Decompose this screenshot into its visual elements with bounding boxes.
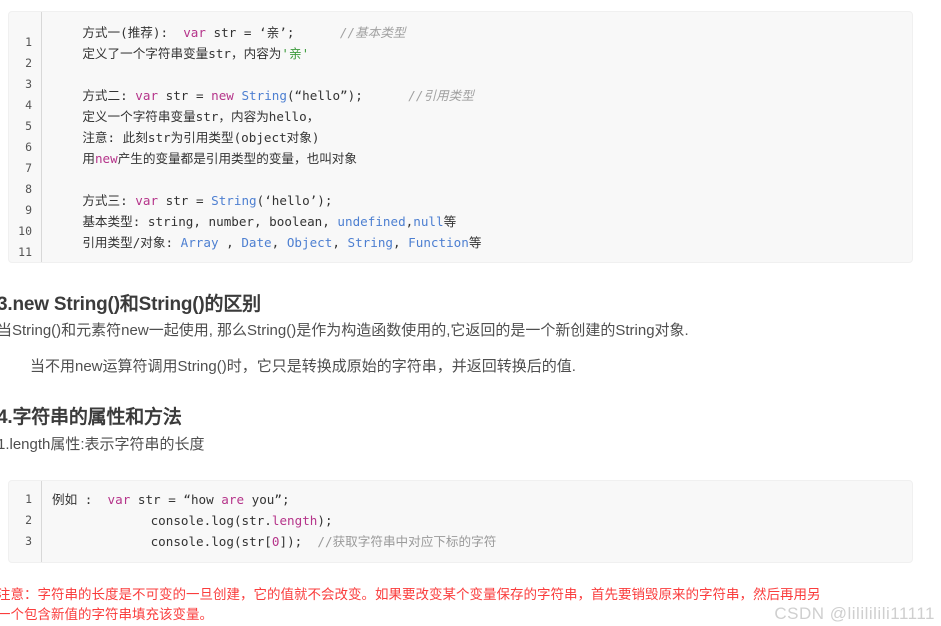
code-token-plain: ; — [286, 25, 340, 40]
code-token-plain: 产生的变量都是引用类型的变量，也叫对象 — [117, 151, 357, 166]
code-token-plain: , — [393, 235, 409, 250]
code-content[interactable]: 方式一(推荐): var str = ‘亲’; //基本类型 定义了一个字符串变… — [42, 12, 912, 253]
code-token-type: Array — [180, 235, 219, 250]
code-token-plain: (‘hello’); — [256, 193, 333, 208]
code-token-plain: 用 — [52, 151, 95, 166]
article-page: 1 2 3 4 5 6 7 8 9 10 11 方式一(推荐): var str = ‘亲’; //… — [0, 0, 941, 626]
code-token-plain: , — [218, 235, 242, 250]
code-token-plain: console.log(str. — [52, 513, 272, 528]
code-token-type: Function — [408, 235, 469, 250]
csdn-watermark: CSDN @lilililili11111 — [774, 604, 935, 623]
code-token-kw: var — [135, 88, 159, 103]
code-token-plain: 方式三: — [52, 193, 136, 208]
code-token-kw: var — [135, 193, 159, 208]
code-line: 方式一(推荐): var str = ‘亲’; //基本类型 — [52, 22, 912, 43]
code-token-plain: str = — [158, 88, 212, 103]
code-token-type: undefined — [337, 214, 406, 229]
section-3-paragraph-2: 当不用new运算符调用String()时，它只是转换成原始的字符串，并返回转换后… — [30, 358, 576, 375]
code-token-plain: 注意: 此刻str为引用类型(object对象) — [52, 130, 320, 145]
line-number: 3 — [25, 77, 32, 91]
code-token-plain: 例如 : — [52, 492, 108, 507]
code-token-cmt: //基本类型 — [339, 25, 406, 40]
code-line: 例如 : var str = “how are you”; — [52, 489, 912, 510]
warning-line-1: 注意：字符串的长度是不可变的一旦创建，它的值就不会改变。如果要改变某个变量保存的… — [0, 587, 821, 602]
code-token-plain: 等 — [443, 214, 457, 229]
code-token-kw: new — [211, 88, 234, 103]
line-number: 2 — [25, 56, 32, 70]
code-token-cmt2: //获取字符串中对应下标的字符 — [317, 534, 497, 549]
line-number: 9 — [25, 203, 32, 217]
code-token-str: '亲' — [281, 46, 310, 61]
code-token-kw: new — [94, 151, 118, 166]
code-token-plain: , — [271, 235, 287, 250]
code-line: 注意: 此刻str为引用类型(object对象) — [52, 127, 912, 148]
code-token-type: Date — [241, 235, 272, 250]
code-token-kw: var — [183, 25, 206, 40]
line-number: 2 — [25, 513, 32, 527]
line-number-gutter: 1 2 3 4 5 6 7 8 9 10 11 — [9, 12, 42, 262]
code-token-kw: length — [271, 513, 318, 528]
code-block-string-creation[interactable]: 1 2 3 4 5 6 7 8 9 10 11 方式一(推荐): var str = ‘亲’; //… — [8, 11, 913, 263]
line-number: 8 — [25, 182, 32, 196]
code-token-plain: 基本类型: string, number, boolean, — [52, 214, 338, 229]
code-token-plain: 定义一个字符串变量str，内容为hello， — [52, 109, 320, 124]
line-number: 7 — [25, 161, 32, 175]
line-number-gutter: 1 2 3 — [9, 481, 42, 562]
code-token-plain: str = — [205, 25, 260, 40]
code-token-plain: str = “how — [130, 492, 222, 507]
code-token-plain: 方式二: — [52, 88, 136, 103]
code-token-plain: you”; — [244, 492, 290, 507]
code-content[interactable]: 例如 : var str = “how are you”; console.lo… — [42, 481, 912, 552]
section-4-paragraph-1: 1.length属性:表示字符串的长度 — [0, 436, 205, 453]
code-token-cmt: //引用类型 — [408, 88, 474, 103]
code-line: 定义一个字符串变量str，内容为hello， — [52, 106, 912, 127]
code-token-kw: are — [221, 492, 245, 507]
code-token-plain: (“hello”); — [286, 88, 409, 103]
code-token-type: String — [241, 88, 287, 103]
code-token-plain: ); — [317, 513, 333, 528]
code-token-plain: 引用类型/对象: — [52, 235, 181, 250]
section-3-paragraph-1: 当String()和元素符new一起使用, 那么String()是作为构造函数使… — [0, 322, 689, 339]
code-token-plain: str = — [158, 193, 212, 208]
code-line: 方式三: var str = String(‘hello’); — [52, 190, 912, 211]
code-line: console.log(str[0]); //获取字符串中对应下标的字符 — [52, 531, 912, 552]
code-token-type: null — [413, 214, 444, 229]
line-number: 4 — [25, 98, 32, 112]
code-line: 定义了一个字符串变量str，内容为'亲' — [52, 43, 912, 64]
code-token-plain: ‘亲’ — [259, 25, 287, 40]
code-token-plain: console.log(str[ — [52, 534, 272, 549]
code-token-type: String — [211, 193, 257, 208]
line-number: 6 — [25, 140, 32, 154]
code-token-plain: 等 — [468, 235, 482, 250]
line-number: 11 — [18, 245, 32, 259]
line-number: 5 — [25, 119, 32, 133]
code-block-length-example[interactable]: 1 2 3 例如 : var str = “how are you”; consol… — [8, 480, 913, 563]
code-line: 用new产生的变量都是引用类型的变量，也叫对象 — [52, 148, 912, 169]
section-heading-3: 3.new String()和String()的区别 — [0, 294, 261, 315]
code-line: 引用类型/对象: Array , Date, Object, String, F… — [52, 232, 912, 253]
line-number: 1 — [25, 35, 32, 49]
code-token-type: Object — [286, 235, 333, 250]
code-token-plain: , — [332, 235, 348, 250]
code-token-plain: ]); — [279, 534, 318, 549]
code-token-kw: var — [107, 492, 131, 507]
line-number: 3 — [25, 534, 32, 548]
line-number: 1 — [25, 492, 32, 506]
code-line: 方式二: var str = new String(“hello”); //引用… — [52, 85, 912, 106]
line-number: 10 — [18, 224, 32, 238]
code-token-plain: 方式一(推荐): — [52, 25, 184, 40]
code-line: 基本类型: string, number, boolean, undefined… — [52, 211, 912, 232]
code-token-type: String — [347, 235, 394, 250]
section-heading-4: 4.字符串的属性和方法 — [0, 407, 182, 428]
code-token-plain: 定义了一个字符串变量str，内容为 — [52, 46, 282, 61]
code-line: console.log(str.length); — [52, 510, 912, 531]
